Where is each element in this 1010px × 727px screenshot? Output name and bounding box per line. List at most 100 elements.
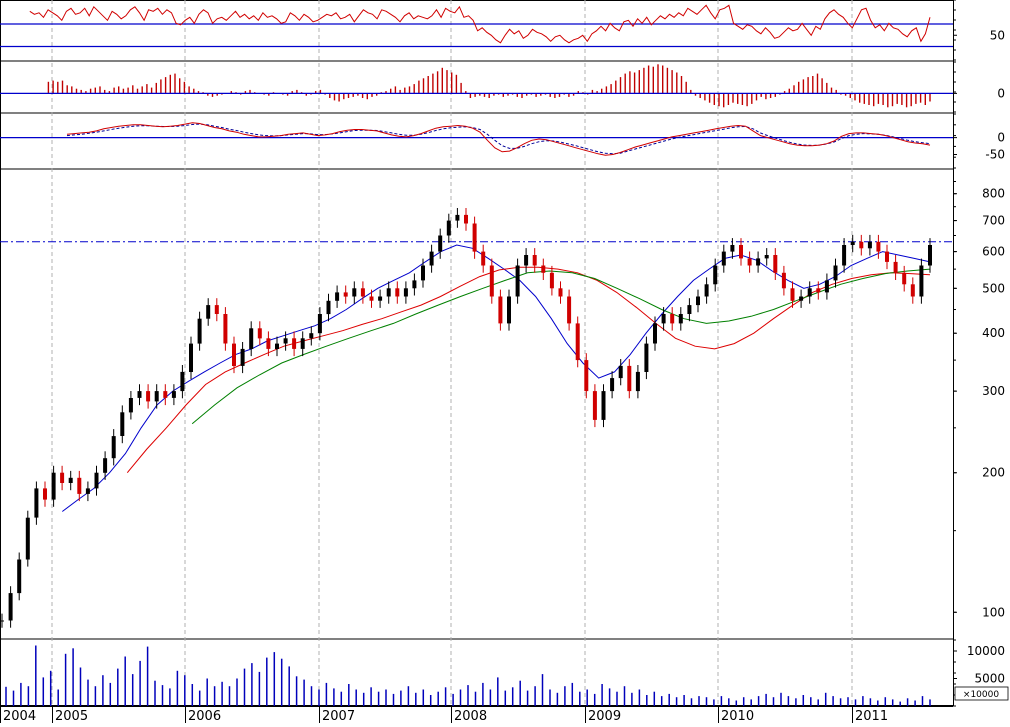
price-candle bbox=[721, 251, 726, 266]
price-candle bbox=[189, 343, 193, 372]
price-candle bbox=[335, 292, 340, 301]
price-candle bbox=[8, 593, 13, 621]
x-tick-label: 2005 bbox=[55, 709, 88, 723]
y-tick-label: 800 bbox=[982, 187, 1005, 201]
price-candle bbox=[128, 398, 133, 413]
price-candle bbox=[60, 472, 65, 483]
price-candle bbox=[103, 458, 108, 473]
price-candle bbox=[94, 472, 99, 489]
price-candle bbox=[0, 620, 4, 622]
price-candle bbox=[369, 296, 374, 301]
x-tick-label: 2006 bbox=[188, 709, 221, 723]
price-candle bbox=[678, 314, 683, 324]
price-candle bbox=[498, 296, 503, 324]
price-candle bbox=[670, 314, 675, 324]
price-candle bbox=[635, 371, 640, 392]
price-candle bbox=[266, 338, 271, 349]
y-tick-label: 5000 bbox=[974, 672, 1005, 686]
price-candle bbox=[214, 305, 219, 314]
price-candle bbox=[386, 288, 391, 297]
price-candle bbox=[438, 235, 443, 252]
y-tick-label: 500 bbox=[982, 281, 1005, 295]
price-candle bbox=[747, 258, 752, 266]
price-candle bbox=[876, 241, 881, 252]
x-tick-label: 2011 bbox=[855, 709, 888, 723]
price-candle bbox=[885, 251, 889, 262]
chart-frame bbox=[0, 0, 954, 707]
price-candle bbox=[773, 255, 778, 273]
price-candle bbox=[524, 255, 529, 266]
price-candle bbox=[928, 245, 932, 266]
chart-stage: 50 0 0 -50 800 700 600 500 400 300 200 100 10000 5000… bbox=[0, 0, 1010, 724]
price-candle bbox=[910, 284, 915, 297]
price-candle bbox=[421, 265, 425, 281]
price-candle bbox=[111, 436, 116, 459]
price-candle bbox=[171, 391, 176, 398]
price-candle bbox=[489, 265, 494, 297]
y-tick-label: 0 bbox=[997, 131, 1005, 145]
price-candle bbox=[893, 261, 898, 273]
price-candle bbox=[618, 365, 623, 379]
price-candle bbox=[51, 472, 56, 500]
x-axis: 2004 2005 2006 2007 2008 2009 2010 2011 bbox=[0, 706, 888, 724]
price-candle bbox=[257, 328, 262, 339]
price-candle bbox=[532, 255, 537, 266]
y-tick-label: 100 bbox=[982, 605, 1005, 619]
price-candle bbox=[481, 251, 486, 266]
plot-border bbox=[0, 0, 954, 706]
price-candle bbox=[653, 323, 657, 344]
price-candle bbox=[696, 296, 700, 306]
price-candle bbox=[627, 365, 632, 392]
price-candle bbox=[300, 338, 305, 349]
price-candle bbox=[326, 300, 331, 315]
price-candle bbox=[180, 371, 185, 392]
price-candle bbox=[867, 241, 872, 249]
price-candle bbox=[317, 314, 322, 334]
price-candle bbox=[592, 391, 597, 420]
price-candle bbox=[644, 343, 649, 372]
price-candle bbox=[584, 360, 589, 392]
price-candle bbox=[292, 338, 297, 349]
price-candle bbox=[85, 488, 90, 494]
price-candle bbox=[395, 288, 400, 297]
price-candle bbox=[730, 245, 735, 252]
price-candle bbox=[77, 477, 82, 494]
price-candle bbox=[799, 296, 804, 301]
y-tick-label: -50 bbox=[985, 148, 1005, 162]
price-candle bbox=[197, 318, 202, 344]
price-candle bbox=[739, 245, 743, 259]
price-candle bbox=[17, 559, 22, 594]
price-candle bbox=[713, 265, 718, 285]
price-candle bbox=[249, 328, 254, 349]
price-candle bbox=[515, 265, 520, 297]
price-candle bbox=[455, 214, 460, 221]
price-candle bbox=[275, 343, 279, 349]
price-candle bbox=[163, 391, 168, 398]
price-candle bbox=[360, 288, 365, 297]
price-candle bbox=[816, 288, 821, 293]
price-candle bbox=[472, 223, 477, 252]
x-tick-label: 2008 bbox=[454, 709, 487, 723]
price-candle bbox=[240, 348, 245, 366]
price-candle bbox=[790, 288, 795, 301]
stock-chart: 5000-50800700600500400300200100100005000… bbox=[0, 0, 1009, 724]
price-candle bbox=[232, 343, 236, 366]
x-tick-label: 2004 bbox=[3, 709, 36, 723]
price-candle bbox=[833, 265, 838, 281]
price-candle bbox=[68, 477, 73, 483]
price-candle bbox=[352, 288, 357, 297]
price-candle bbox=[378, 296, 383, 301]
price-candle bbox=[43, 488, 47, 500]
y-tick-label: 50 bbox=[990, 28, 1005, 42]
x-tick-label: 2009 bbox=[588, 709, 621, 723]
price-candle bbox=[137, 391, 142, 398]
price-candle bbox=[25, 517, 30, 560]
price-candle bbox=[403, 288, 408, 297]
x-tick-label: 2007 bbox=[322, 709, 355, 723]
price-candle bbox=[661, 314, 666, 324]
price-candle bbox=[575, 323, 580, 361]
price-candle bbox=[601, 391, 606, 420]
price-candle bbox=[412, 280, 417, 289]
price-candle bbox=[343, 292, 348, 297]
price-candle bbox=[756, 258, 761, 266]
